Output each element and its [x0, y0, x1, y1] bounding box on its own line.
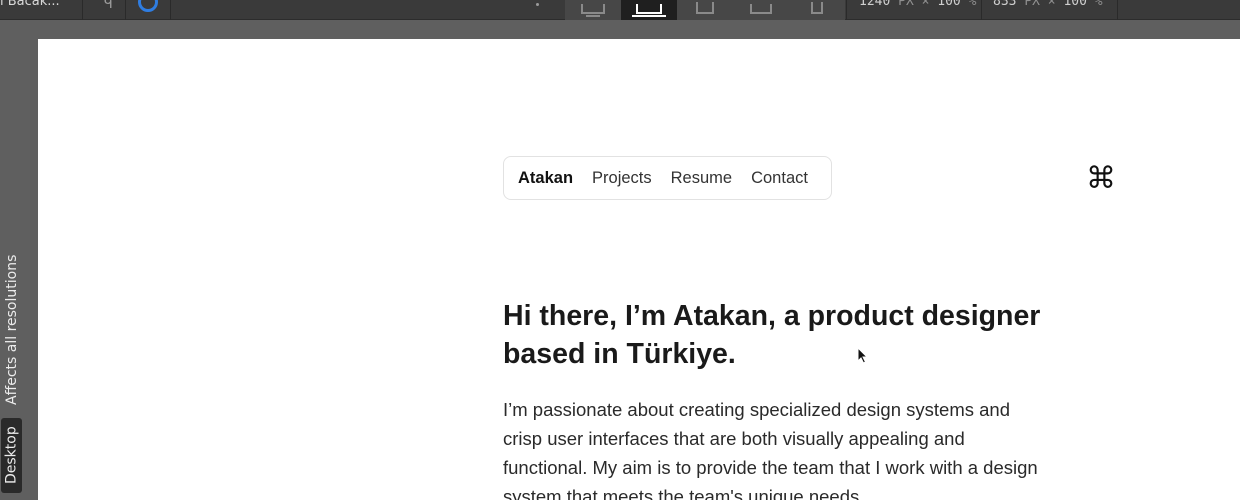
mouse-cursor-icon — [857, 347, 869, 364]
preview-width-unit: PX — [1024, 0, 1040, 9]
toolbar-divider — [170, 0, 171, 20]
times-sign: × — [921, 0, 930, 9]
command-icon[interactable]: ⌘ — [1086, 159, 1116, 199]
editor-toolbar: l Bacak... ᑫ 1240 PX × 100 % 833 PX × 10… — [0, 0, 1240, 20]
canvas-width-unit: PX — [898, 0, 914, 9]
canvas-width-value: 1240 — [859, 0, 891, 9]
toolbar-divider — [846, 0, 847, 20]
toolbar-divider — [1117, 0, 1118, 20]
times-sign: × — [1047, 0, 1056, 9]
desktop-breakpoint-tab[interactable]: Desktop — [1, 418, 22, 493]
nav-link-resume[interactable]: Resume — [671, 169, 732, 188]
breakpoint-rail: Affects all resolutions Desktop — [0, 21, 38, 500]
canvas-zoom-value: 100 — [937, 0, 961, 9]
site-canvas: Atakan Projects Resume Contact ⌘ Hi ther… — [38, 39, 1240, 500]
nav-link-contact[interactable]: Contact — [751, 169, 808, 188]
nav-link-projects[interactable]: Projects — [592, 169, 652, 188]
preview-width-readout[interactable]: 833 PX × 100 % — [993, 0, 1103, 9]
canvas-width-readout[interactable]: 1240 PX × 100 % — [859, 0, 976, 9]
site-nav: Atakan Projects Resume Contact — [503, 156, 832, 200]
toolbar-divider — [82, 0, 83, 20]
nav-link-home[interactable]: Atakan — [518, 169, 573, 188]
preview-width-value: 833 — [993, 0, 1017, 9]
affects-all-resolutions-label: Affects all resolutions — [4, 254, 20, 405]
hook-icon[interactable]: ᑫ — [104, 0, 113, 12]
breakpoint-phone-button[interactable] — [789, 0, 845, 20]
breakpoint-laptop-button[interactable] — [621, 0, 677, 20]
toolbar-divider — [125, 0, 126, 20]
hero-headline: Hi there, I’m Atakan, a product designer… — [503, 300, 1041, 370]
preview-zoom-unit: % — [1094, 0, 1103, 9]
preview-zoom-value: 100 — [1063, 0, 1087, 9]
canvas-zoom-unit: % — [968, 0, 977, 9]
toolbar-divider — [981, 0, 982, 20]
hero-intro: I’m passionate about creating specialize… — [503, 399, 1038, 500]
page-breadcrumb[interactable]: l Bacak... — [0, 0, 60, 14]
breakpoint-desktop-large-button[interactable] — [565, 0, 621, 20]
breakpoint-tablet-portrait-button[interactable] — [733, 0, 789, 20]
breakpoint-tablet-landscape-button[interactable] — [677, 0, 733, 20]
preview-circle-icon[interactable] — [138, 0, 158, 12]
more-options-icon[interactable] — [536, 3, 539, 6]
